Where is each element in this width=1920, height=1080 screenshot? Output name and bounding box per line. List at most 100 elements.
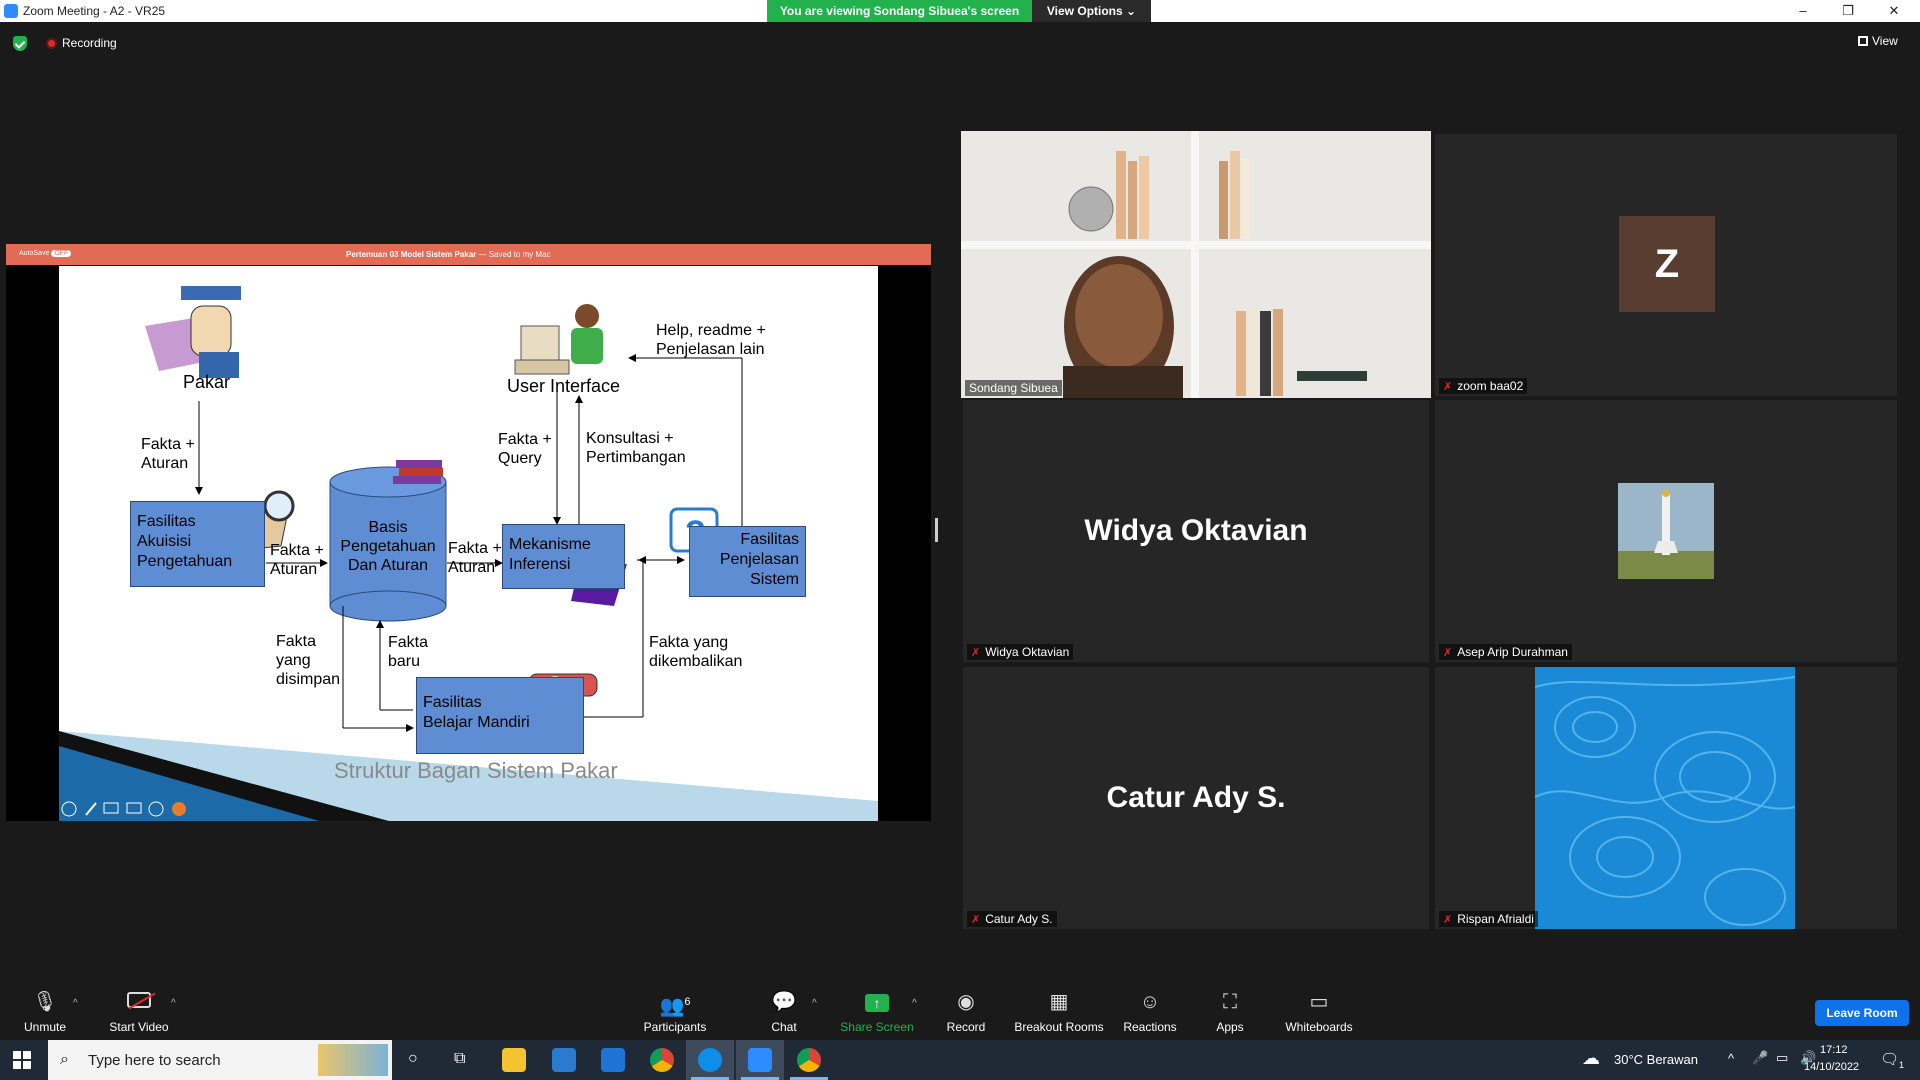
participant-name: zoom baa02 xyxy=(1457,379,1524,393)
clock-date[interactable]: 14/10/2022 xyxy=(1804,1061,1859,1073)
video-tile-rispan[interactable]: ✗ Rispan Afrialdi xyxy=(1435,667,1897,929)
task-view-icon[interactable]: ⧉ xyxy=(454,1050,465,1068)
start-video-button[interactable]: Start Video xyxy=(105,990,173,1034)
participant-name-label: ✗ Asep Arip Durahman xyxy=(1439,644,1572,660)
video-tile-asep[interactable]: ✗ Asep Arip Durahman xyxy=(1435,400,1897,662)
cortana-icon[interactable]: ○ xyxy=(408,1050,418,1068)
participants-button[interactable]: 👥6 Participants xyxy=(638,990,712,1034)
clock-time[interactable]: 17:12 xyxy=(1820,1044,1848,1056)
video-tile-zoom-baa02[interactable]: Z ✗ zoom baa02 xyxy=(1435,134,1897,396)
network-icon[interactable]: ▭ xyxy=(1776,1050,1788,1066)
title-bar: Zoom Meeting - A2 - VR25 You are viewing… xyxy=(0,0,1920,22)
participant-display-name: Widya Oktavian xyxy=(1084,514,1308,547)
participant-name-label: ✗ Catur Ady S. xyxy=(967,911,1057,927)
autosave-toggle[interactable]: OFF xyxy=(51,250,72,257)
zoom-window: Zoom Meeting - A2 - VR25 You are viewing… xyxy=(0,0,1920,1080)
chrome-profile-icon[interactable] xyxy=(797,1048,821,1072)
share-options-caret[interactable]: ^ xyxy=(912,998,917,1009)
video-tile-sondang[interactable]: Sondang Sibuea xyxy=(961,131,1431,398)
chat-icon: 💬 xyxy=(771,991,797,1013)
weather-text[interactable]: 30°C Berawan xyxy=(1614,1052,1698,1067)
security-shield-icon[interactable] xyxy=(13,36,27,51)
zoom-taskbar-icon[interactable] xyxy=(748,1048,772,1072)
whiteboards-button[interactable]: ▭ Whiteboards xyxy=(1283,990,1355,1034)
leave-room-button[interactable]: Leave Room xyxy=(1815,1000,1909,1026)
chevron-down-icon: ⌄ xyxy=(1126,4,1137,18)
search-placeholder: Type here to search xyxy=(88,1052,221,1069)
mic-muted-icon: ✗ xyxy=(1443,647,1453,659)
recording-icon xyxy=(46,38,57,49)
share-screen-label: Share Screen xyxy=(840,1020,914,1034)
notifications-icon[interactable]: 🗨1 xyxy=(1880,1050,1904,1070)
teamviewer-icon[interactable] xyxy=(698,1048,722,1072)
autosave-text: AutoSave xyxy=(19,250,50,257)
video-tile-catur[interactable]: Catur Ady S. ✗ Catur Ady S. xyxy=(963,667,1429,929)
video-feed xyxy=(1535,667,1795,929)
show-hidden-icons-icon[interactable]: ^ xyxy=(1728,1051,1734,1066)
search-highlight-image xyxy=(318,1044,388,1076)
slide-exit-icon[interactable] xyxy=(172,802,186,816)
participants-label: Participants xyxy=(643,1020,707,1034)
microsoft-store-icon[interactable] xyxy=(552,1048,576,1072)
record-button[interactable]: ◉ Record xyxy=(944,990,988,1034)
chrome-icon[interactable] xyxy=(650,1048,674,1072)
weather-cloud-icon[interactable]: ☁ xyxy=(1582,1048,1600,1069)
view-options-button[interactable]: View Options ⌄ xyxy=(1032,0,1151,22)
video-tile-widya[interactable]: Widya Oktavian ✗ Widya Oktavian xyxy=(963,400,1429,662)
mail-icon[interactable] xyxy=(601,1048,625,1072)
breakout-rooms-button[interactable]: ▦ Breakout Rooms xyxy=(1013,990,1105,1034)
minimize-button[interactable]: – xyxy=(1781,1,1825,21)
video-feed xyxy=(961,131,1431,398)
audio-options-caret[interactable]: ^ xyxy=(73,998,78,1009)
window-title: Zoom Meeting - A2 - VR25 xyxy=(23,4,166,18)
file-explorer-icon[interactable] xyxy=(502,1048,526,1072)
unmute-label: Unmute xyxy=(23,1020,67,1034)
video-options-caret[interactable]: ^ xyxy=(171,998,176,1009)
zoom-app-icon xyxy=(4,4,18,18)
label-fakta-aturan-3: Fakta + Aturan xyxy=(448,540,502,576)
label-konsultasi: Konsultasi + Pertimbangan xyxy=(586,430,686,466)
label-user-interface: User Interface xyxy=(507,376,621,396)
unmute-button[interactable]: 🎙 Unmute xyxy=(18,990,72,1034)
record-label: Record xyxy=(946,1020,986,1034)
participant-name: Catur Ady S. xyxy=(985,912,1053,926)
restore-button[interactable]: ❐ xyxy=(1826,1,1870,21)
participant-name: Widya Oktavian xyxy=(985,645,1070,659)
recording-label: Recording xyxy=(62,36,117,50)
document-name: Pertemuan 03 Model Sistem Pakar xyxy=(346,250,477,259)
windows-start-icon[interactable] xyxy=(13,1051,31,1069)
mic-muted-icon: ✗ xyxy=(1443,381,1453,393)
video-off-icon xyxy=(105,990,173,1014)
books-clipart xyxy=(393,460,443,484)
microphone-icon[interactable]: 🎤 xyxy=(1752,1050,1768,1066)
whiteboard-icon: ▭ xyxy=(1309,991,1329,1013)
chat-options-caret[interactable]: ^ xyxy=(812,998,817,1009)
view-button[interactable]: View xyxy=(1858,34,1898,48)
reactions-label: Reactions xyxy=(1123,1020,1177,1034)
apps-button[interactable]: ⛶ Apps xyxy=(1214,990,1246,1034)
label-fakta-dikembalikan: Fakta yang dikembalikan xyxy=(649,634,743,670)
participant-name-label: ✗ Widya Oktavian xyxy=(967,644,1074,660)
view-options-label: View Options xyxy=(1046,4,1123,18)
apps-label: Apps xyxy=(1216,1020,1244,1034)
participant-name: Asep Arip Durahman xyxy=(1457,645,1568,659)
record-icon: ◉ xyxy=(957,991,975,1013)
taskbar-search-box[interactable]: ⌕ Type here to search xyxy=(48,1040,392,1080)
share-screen-button[interactable]: ↑ Share Screen xyxy=(840,990,914,1034)
split-view-divider[interactable] xyxy=(935,518,938,542)
label-fakta-aturan-2: Fakta + Aturan xyxy=(270,542,324,578)
box-mekanisme-inferensi: Mekanisme Inferensi xyxy=(502,524,625,589)
label-pakar: Pakar xyxy=(183,372,231,392)
computer-user-clipart xyxy=(514,304,603,375)
breakout-rooms-label: Breakout Rooms xyxy=(1014,1020,1104,1034)
chat-label: Chat xyxy=(771,1020,797,1034)
reactions-button[interactable]: ☺ Reactions xyxy=(1122,990,1178,1034)
participant-name-label: ✗ Rispan Afrialdi xyxy=(1439,911,1538,927)
mic-muted-icon: ✗ xyxy=(1443,914,1453,926)
close-button[interactable]: ✕ xyxy=(1872,1,1916,21)
mic-muted-icon: ✗ xyxy=(971,914,981,926)
label-help-readme: Help, readme + Penjelasan lain xyxy=(656,322,766,358)
chat-button[interactable]: 💬 Chat xyxy=(762,990,806,1034)
label-basis-pengetahuan: Basis Pengetahuan Dan Aturan xyxy=(340,519,436,574)
label-fakta-baru: Fakta baru xyxy=(388,634,429,670)
